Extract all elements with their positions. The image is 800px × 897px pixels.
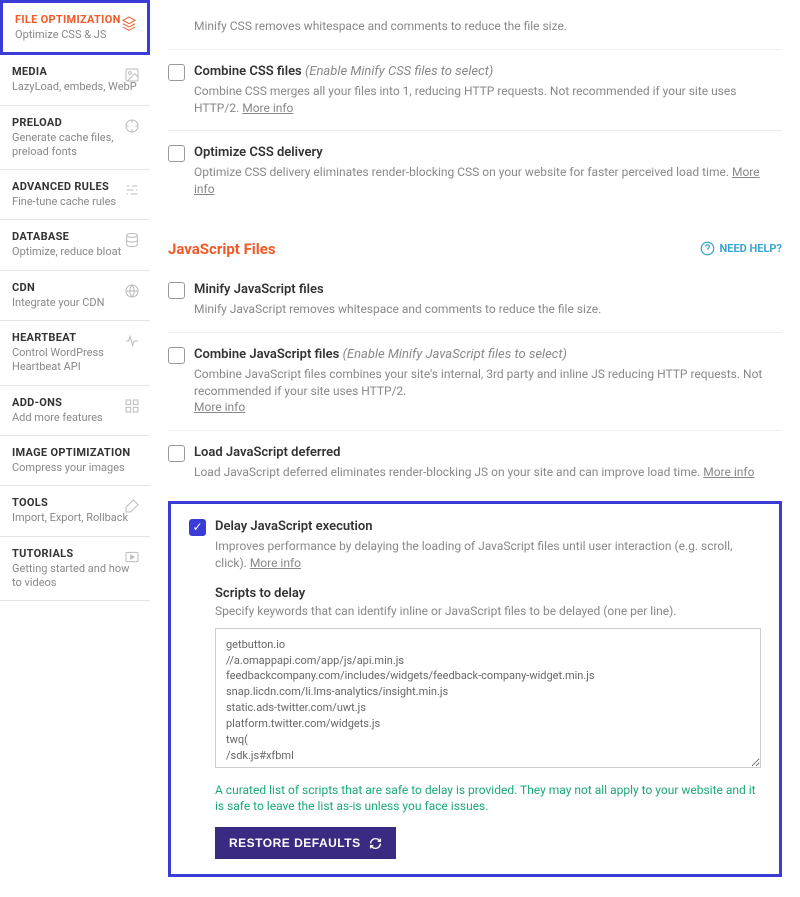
sidebar-item-tutorials[interactable]: TUTORIALS Getting started and how to vide…	[0, 537, 150, 602]
sidebar-item-title: FILE OPTIMIZATION	[15, 13, 135, 26]
sidebar-item-title: MEDIA	[12, 65, 138, 78]
combine-js-desc: Combine JavaScript files combines your s…	[194, 366, 782, 416]
sidebar-item-sub: Optimize CSS & JS	[15, 28, 135, 42]
optimize-css-delivery-label: Optimize CSS delivery	[194, 145, 782, 160]
sidebar-item-sub: Import, Export, Rollback	[12, 511, 138, 525]
sidebar-item-sub: Getting started and how to videos	[12, 562, 138, 591]
sidebar-item-sub: Optimize, reduce bloat	[12, 245, 138, 259]
sidebar-item-database[interactable]: DATABASE Optimize, reduce bloat	[0, 220, 150, 270]
delay-js-checkbox[interactable]: ✓	[189, 519, 206, 536]
sidebar-icon	[124, 498, 140, 514]
sidebar-item-cdn[interactable]: CDN Integrate your CDN	[0, 271, 150, 321]
sidebar-icon	[124, 118, 140, 134]
sidebar-item-add-ons[interactable]: ADD-ONS Add more features	[0, 386, 150, 436]
sidebar-item-title: DATABASE	[12, 230, 138, 243]
defer-js-label: Load JavaScript deferred	[194, 445, 782, 460]
sidebar-item-sub: Compress your images	[12, 461, 138, 475]
sidebar-item-advanced-rules[interactable]: ADVANCED RULES Fine-tune cache rules	[0, 170, 150, 220]
sidebar-item-title: ADD-ONS	[12, 396, 138, 409]
optimize-css-delivery-desc: Optimize CSS delivery eliminates render-…	[194, 164, 782, 198]
sidebar-item-title: HEARTBEAT	[12, 331, 138, 344]
more-info-link[interactable]: More info	[250, 556, 301, 570]
delay-js-panel: ✓ Delay JavaScript execution Improves pe…	[168, 501, 782, 877]
sidebar-item-title: PRELOAD	[12, 116, 138, 129]
sidebar-item-title: TUTORIALS	[12, 547, 138, 560]
sidebar-item-tools[interactable]: TOOLS Import, Export, Rollback	[0, 486, 150, 536]
sidebar-icon	[124, 67, 140, 83]
scripts-to-delay-desc: Specify keywords that can identify inlin…	[215, 604, 761, 618]
minify-js-desc: Minify JavaScript removes whitespace and…	[194, 301, 782, 318]
combine-css-desc: Combine CSS merges all your files into 1…	[194, 83, 782, 117]
sidebar-icon	[124, 333, 140, 349]
defer-js-checkbox[interactable]	[168, 445, 185, 462]
sidebar-item-preload[interactable]: PRELOAD Generate cache files, preload fon…	[0, 106, 150, 171]
sidebar-item-sub: Fine-tune cache rules	[12, 195, 138, 209]
delay-js-label: Delay JavaScript execution	[215, 519, 761, 534]
sidebar-item-title: IMAGE OPTIMIZATION	[12, 446, 138, 459]
more-info-link[interactable]: More info	[703, 465, 754, 479]
sidebar-icon	[124, 549, 140, 565]
js-section-title: JavaScript Files	[168, 240, 276, 258]
sidebar-item-image-optimization[interactable]: IMAGE OPTIMIZATION Compress your images	[0, 436, 150, 486]
more-info-link[interactable]: More info	[242, 101, 293, 115]
sidebar-item-sub: Add more features	[12, 411, 138, 425]
sidebar-item-sub: LazyLoad, embeds, WebP	[12, 80, 138, 94]
sidebar-item-file-optimization[interactable]: FILE OPTIMIZATION Optimize CSS & JS	[0, 0, 150, 55]
content: Minify CSS removes whitespace and commen…	[150, 0, 800, 897]
sidebar: FILE OPTIMIZATION Optimize CSS & JS MEDIA L…	[0, 0, 150, 897]
combine-js-label: Combine JavaScript files (Enable Minify …	[194, 347, 782, 362]
sidebar-icon	[124, 232, 140, 248]
more-info-link[interactable]: More info	[194, 400, 245, 414]
scripts-to-delay-label: Scripts to delay	[215, 586, 761, 601]
sidebar-item-title: TOOLS	[12, 496, 138, 509]
curated-note: A curated list of scripts that are safe …	[215, 782, 761, 816]
defer-js-desc: Load JavaScript deferred eliminates rend…	[194, 464, 782, 481]
sidebar-item-title: ADVANCED RULES	[12, 180, 138, 193]
minify-js-checkbox[interactable]	[168, 282, 185, 299]
delay-js-desc: Improves performance by delaying the loa…	[215, 538, 761, 572]
sidebar-icon	[124, 182, 140, 198]
sidebar-icon	[124, 283, 140, 299]
sidebar-item-heartbeat[interactable]: HEARTBEAT Control WordPress Heartbeat API	[0, 321, 150, 386]
sidebar-item-sub: Integrate your CDN	[12, 296, 138, 310]
sidebar-item-sub: Control WordPress Heartbeat API	[12, 346, 138, 375]
restore-defaults-button[interactable]: RESTORE DEFAULTS	[215, 827, 396, 859]
minify-css-desc: Minify CSS removes whitespace and commen…	[194, 18, 782, 35]
optimize-css-delivery-checkbox[interactable]	[168, 145, 185, 162]
combine-css-label: Combine CSS files (Enable Minify CSS fil…	[194, 64, 782, 79]
help-icon	[700, 241, 715, 256]
combine-css-checkbox[interactable]	[168, 64, 185, 81]
sidebar-icon	[124, 398, 140, 414]
need-help-link[interactable]: NEED HELP?	[700, 241, 783, 256]
sidebar-item-media[interactable]: MEDIA LazyLoad, embeds, WebP	[0, 55, 150, 105]
refresh-icon	[369, 837, 382, 850]
sidebar-item-title: CDN	[12, 281, 138, 294]
sidebar-item-sub: Generate cache files, preload fonts	[12, 131, 138, 160]
sidebar-icon	[121, 15, 137, 31]
combine-js-checkbox[interactable]	[168, 347, 185, 364]
scripts-to-delay-textarea[interactable]	[215, 628, 761, 768]
minify-js-label: Minify JavaScript files	[194, 282, 782, 297]
